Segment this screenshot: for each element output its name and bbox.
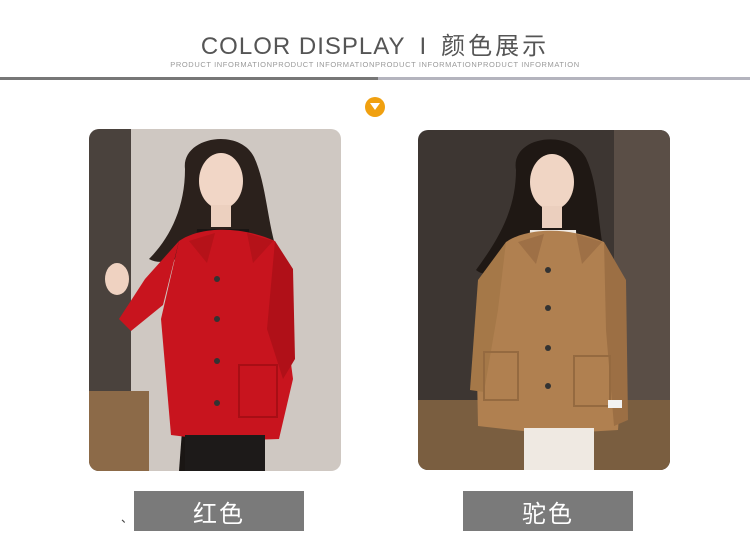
section-title: COLOR DISPLAY I 颜色展示 <box>0 26 750 61</box>
section-subtitle: PRODUCT INFORMATIONPRODUCT INFORMATIONPR… <box>170 60 580 69</box>
color-label-red: 红色 <box>134 491 304 531</box>
red-coat-photo <box>89 129 341 471</box>
chevron-down-icon <box>365 97 385 117</box>
stray-mark: 、 <box>121 511 134 525</box>
divider-right <box>378 77 750 80</box>
title-english: COLOR DISPLAY <box>200 33 406 60</box>
camel-coat-photo <box>418 130 670 470</box>
title-chinese: 颜色展示 <box>441 33 550 60</box>
color-label-camel: 驼色 <box>463 491 633 531</box>
title-separator: I <box>419 33 428 60</box>
divider-left <box>0 77 378 80</box>
